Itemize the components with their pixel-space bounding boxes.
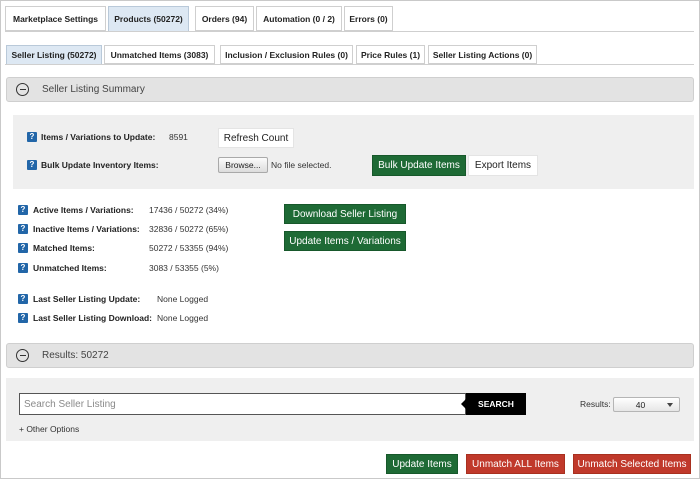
help-icon[interactable]: ? [18, 224, 28, 234]
tab-orders[interactable]: Orders (94) [195, 6, 254, 31]
results-per-page-value: 40 [635, 399, 646, 410]
refresh-count-button[interactable]: Refresh Count [218, 128, 294, 148]
no-file-text: No file selected. [271, 160, 332, 170]
results-per-page-select[interactable]: 40 [613, 397, 680, 412]
bulk-update-label: Bulk Update Inventory Items: [41, 160, 159, 170]
inactive-items-value: 32836 / 50272 (65%) [149, 224, 229, 234]
search-button[interactable]: SEARCH [461, 393, 526, 415]
subtab-seller-listing-actions[interactable]: Seller Listing Actions (0) [428, 45, 537, 64]
tab-marketplace-settings[interactable]: Marketplace Settings [5, 6, 106, 31]
inactive-items-label: Inactive Items / Variations: [33, 224, 140, 234]
help-icon[interactable]: ? [18, 263, 28, 273]
export-items-button[interactable]: Export Items [468, 155, 538, 176]
summary-panel [13, 115, 694, 189]
help-icon[interactable]: ? [18, 205, 28, 215]
subtab-price-rules[interactable]: Price Rules (1) [356, 45, 425, 64]
update-items-variations-button[interactable]: Update Items / Variations [284, 231, 406, 251]
active-items-value: 17436 / 50272 (34%) [149, 205, 229, 215]
unmatch-all-items-button[interactable]: Unmatch ALL Items [466, 454, 565, 474]
matched-items-label: Matched Items: [33, 243, 95, 253]
help-icon[interactable]: ? [18, 313, 28, 323]
last-update-label: Last Seller Listing Update: [33, 294, 141, 304]
results-accordion-header[interactable]: Results: 50272 [6, 343, 694, 368]
help-icon[interactable]: ? [27, 160, 37, 170]
subtab-unmatched-items[interactable]: Unmatched Items (3083) [104, 45, 215, 64]
browse-button[interactable]: Browse... [218, 157, 268, 173]
last-download-value: None Logged [157, 313, 209, 323]
tab-errors[interactable]: Errors (0) [344, 6, 393, 31]
subtab-inclusion-exclusion-rules[interactable]: Inclusion / Exclusion Rules (0) [220, 45, 353, 64]
bulk-update-items-button[interactable]: Bulk Update Items [372, 155, 466, 176]
tab-products[interactable]: Products (50272) [108, 6, 189, 32]
unmatched-items-label: Unmatched Items: [33, 263, 107, 273]
search-input[interactable] [19, 393, 466, 415]
subtab-seller-listing[interactable]: Seller Listing (50272) [6, 45, 102, 65]
help-icon[interactable]: ? [18, 243, 28, 253]
last-download-label: Last Seller Listing Download: [33, 313, 153, 323]
results-title: Results: 50272 [42, 350, 109, 361]
results-per-page-label: Results: [580, 399, 611, 409]
unmatched-items-value: 3083 / 53355 (5%) [149, 263, 219, 273]
download-seller-listing-button[interactable]: Download Seller Listing [284, 204, 406, 224]
tab-automation[interactable]: Automation (0 / 2) [256, 6, 342, 31]
summary-title: Seller Listing Summary [42, 84, 145, 95]
sub-tabs-divider [5, 64, 694, 65]
items-to-update-value: 8591 [169, 132, 188, 142]
collapse-minus-icon[interactable] [16, 349, 29, 362]
collapse-minus-icon[interactable] [16, 83, 29, 96]
unmatch-selected-items-button[interactable]: Unmatch Selected Items [573, 454, 691, 474]
top-tabs-divider [5, 31, 694, 32]
other-options-link[interactable]: + Other Options [19, 424, 79, 434]
help-icon[interactable]: ? [18, 294, 28, 304]
summary-accordion-header[interactable]: Seller Listing Summary [6, 77, 694, 102]
active-items-label: Active Items / Variations: [33, 205, 134, 215]
help-icon[interactable]: ? [27, 132, 37, 142]
last-update-value: None Logged [157, 294, 209, 304]
matched-items-value: 50272 / 53355 (94%) [149, 243, 229, 253]
items-to-update-label: Items / Variations to Update: [41, 132, 156, 142]
update-items-button[interactable]: Update Items [386, 454, 458, 474]
chevron-down-icon [667, 402, 673, 407]
